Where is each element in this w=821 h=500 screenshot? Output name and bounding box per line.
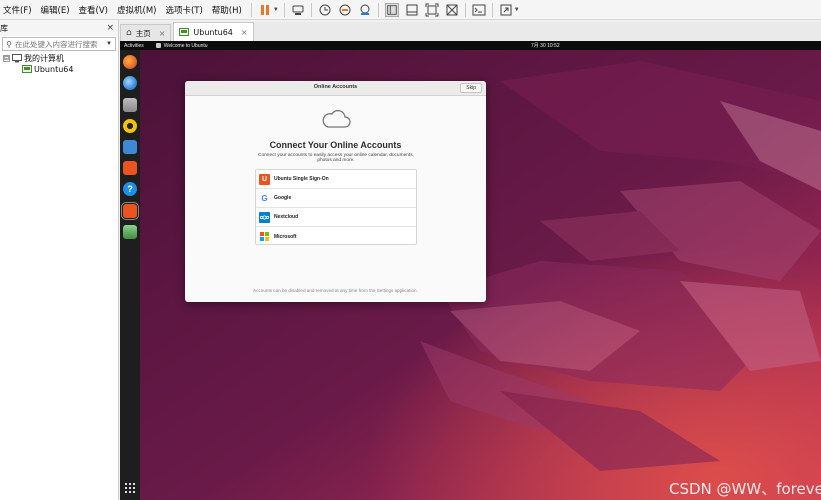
thunderbird-icon[interactable]: [123, 76, 137, 90]
toolbar-separator: [491, 2, 493, 17]
search-dropdown-icon[interactable]: ▼: [106, 41, 112, 47]
fullscreen-icon[interactable]: [499, 3, 513, 17]
tab-label: 主页: [135, 28, 151, 38]
menu-edit[interactable]: 编辑(E): [38, 4, 73, 16]
home-icon: ⌂: [126, 28, 132, 38]
vm-display[interactable]: Activities Welcome to Ubuntu 7月 30 10:52…: [120, 41, 821, 500]
thumbnail-view-icon[interactable]: [405, 3, 419, 17]
page-title: Connect Your Online Accounts: [269, 140, 402, 150]
activities-button[interactable]: Activities: [124, 43, 144, 49]
active-window-title: Welcome to Ubuntu: [163, 42, 208, 49]
accounts-list: U Ubuntu Single Sign-On G Google Nextclo…: [255, 169, 417, 245]
account-label: Google: [274, 195, 292, 201]
google-icon: G: [259, 192, 270, 204]
page-description: Connect your accounts to easily access y…: [258, 153, 414, 164]
search-input[interactable]: [15, 39, 101, 49]
account-label: Nextcloud: [274, 214, 299, 220]
menu-vm[interactable]: 虚拟机(M): [114, 4, 159, 16]
clock[interactable]: 7月 30 10:52: [531, 42, 560, 49]
fullscreen-dropdown-icon[interactable]: ▼: [514, 7, 520, 13]
collapse-icon[interactable]: ⊟: [3, 55, 10, 62]
ubuntu-dock: ?: [120, 50, 140, 500]
show-apps-icon[interactable]: [125, 483, 135, 493]
pause-icon[interactable]: [258, 3, 272, 17]
library-title: 库: [0, 23, 8, 33]
menu-tabs[interactable]: 选项卡(T): [162, 4, 205, 16]
console-view-icon[interactable]: [472, 3, 486, 17]
vm-icon: [179, 27, 190, 36]
revert-snapshot-icon[interactable]: [338, 3, 352, 17]
tree-item-label: 我的计算机: [24, 54, 64, 63]
tab-ubuntu64[interactable]: Ubuntu64 ×: [173, 22, 254, 41]
toolbar-separator: [283, 2, 285, 17]
toolbar-separator: [310, 2, 312, 17]
window-header: Online Accounts Skip: [185, 81, 486, 96]
menu-view[interactable]: 查看(V): [76, 4, 111, 16]
menu-bar: 文件(F) 编辑(E) 查看(V) 虚拟机(M) 选项卡(T) 帮助(H) ▼ …: [0, 0, 821, 20]
footnote: Accounts can be disabled and removed at …: [253, 288, 418, 293]
snapshot-manager-icon[interactable]: [358, 3, 372, 17]
tree-item-ubuntu64[interactable]: Ubuntu64: [0, 64, 118, 75]
tab-home[interactable]: ⌂ 主页 ×: [120, 24, 172, 41]
nextcloud-icon: [259, 211, 270, 223]
microsoft-icon: [259, 231, 270, 242]
toolbar-separator: [250, 2, 252, 17]
skip-button[interactable]: Skip: [460, 83, 482, 93]
cloud-icon: [322, 109, 351, 128]
vm-icon: [22, 65, 32, 73]
watermark: CSDN @WW、forever: [669, 480, 821, 498]
library-close-button[interactable]: ×: [106, 23, 114, 33]
snapshot-icon[interactable]: [318, 3, 332, 17]
close-icon[interactable]: ×: [159, 29, 166, 38]
rhythmbox-icon[interactable]: [123, 119, 137, 133]
firefox-icon[interactable]: [123, 55, 137, 69]
library-panel: 库 × ⚲ ▼ ⊟ 我的计算机 Ubuntu64: [0, 20, 119, 500]
toolbar-separator: [377, 2, 379, 17]
online-accounts-window: Online Accounts Skip Connect Your Online…: [185, 81, 486, 302]
settings-icon[interactable]: [121, 202, 139, 220]
tab-bar: ⌂ 主页 × Ubuntu64 ×: [120, 22, 821, 41]
close-icon[interactable]: ×: [241, 28, 248, 37]
pause-dropdown-icon[interactable]: ▼: [273, 7, 279, 13]
gnome-top-bar: Activities Welcome to Ubuntu 7月 30 10:52: [120, 41, 821, 50]
window-title: Online Accounts: [313, 84, 358, 90]
files-icon[interactable]: [123, 98, 137, 112]
account-microsoft[interactable]: Microsoft: [256, 227, 416, 246]
menu-file[interactable]: 文件(F): [0, 4, 35, 16]
send-keys-icon[interactable]: [291, 3, 305, 17]
tree-item-my-computer[interactable]: ⊟ 我的计算机: [0, 53, 118, 64]
search-icon: ⚲: [6, 39, 12, 49]
menu-help[interactable]: 帮助(H): [209, 4, 245, 16]
library-header: 库 ×: [0, 20, 118, 36]
tab-label: Ubuntu64: [193, 27, 233, 37]
software-icon[interactable]: [123, 161, 137, 175]
computer-icon: [12, 54, 22, 63]
account-label: Ubuntu Single Sign-On: [274, 176, 329, 182]
library-search[interactable]: ⚲ ▼: [2, 37, 116, 51]
active-window-indicator[interactable]: Welcome to Ubuntu: [155, 42, 208, 49]
help-icon[interactable]: ?: [123, 182, 137, 196]
account-google[interactable]: G Google: [256, 189, 416, 208]
toolbar-separator: [464, 2, 466, 17]
account-label: Microsoft: [274, 233, 297, 240]
fit-guest-icon[interactable]: [425, 3, 439, 17]
account-ubuntu-sso[interactable]: U Ubuntu Single Sign-On: [256, 170, 416, 189]
tree-item-label: Ubuntu64: [34, 65, 74, 74]
app-icon: [155, 43, 161, 48]
libreoffice-writer-icon[interactable]: [123, 140, 137, 154]
trash-icon[interactable]: [123, 225, 137, 239]
account-nextcloud[interactable]: Nextcloud: [256, 208, 416, 227]
ubuntu-sso-icon: U: [259, 173, 270, 185]
unity-icon[interactable]: [445, 3, 459, 17]
library-view-icon[interactable]: [384, 2, 399, 17]
